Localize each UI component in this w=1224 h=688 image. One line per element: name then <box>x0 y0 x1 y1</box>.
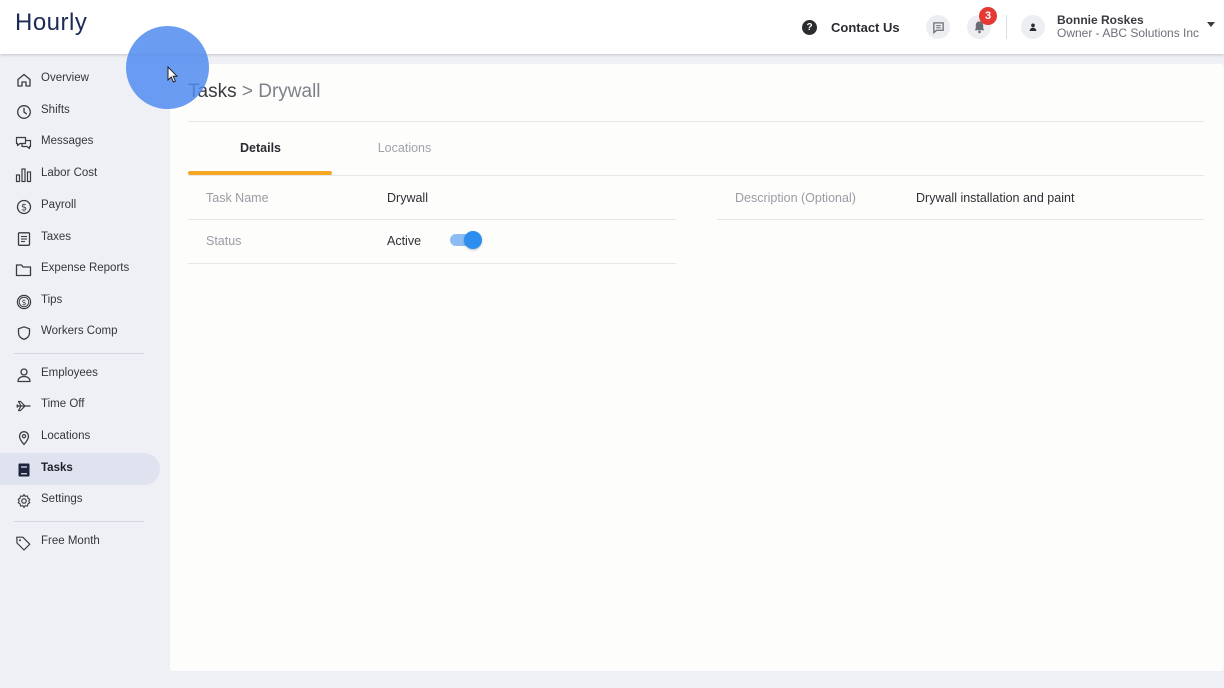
airplane-icon <box>15 397 32 414</box>
status-label: Status <box>206 234 242 248</box>
folder-icon <box>15 261 32 278</box>
sidebar-item-messages[interactable]: Messages <box>0 126 160 158</box>
chat-icon <box>932 21 944 34</box>
breadcrumb-current: Drywall <box>258 81 321 102</box>
sidebar-item-payroll[interactable]: $ Payroll <box>0 190 160 222</box>
sidebar-item-tips[interactable]: $ Tips <box>0 285 160 317</box>
chat-bubbles-icon <box>15 134 32 151</box>
sidebar-item-time-off[interactable]: Time Off <box>0 389 160 421</box>
sidebar-item-label: Tasks <box>41 462 73 474</box>
home-icon <box>15 71 32 88</box>
sidebar-item-label: Expense Reports <box>41 262 130 274</box>
tab-label: Details <box>240 141 281 155</box>
bar-chart-icon <box>15 166 32 183</box>
svg-text:$: $ <box>21 298 26 307</box>
status-toggle[interactable] <box>450 231 482 249</box>
dollar-coin-icon: $ <box>15 293 32 310</box>
description-value: Drywall installation and paint <box>916 191 1075 205</box>
shield-icon <box>15 324 32 341</box>
sidebar-item-label: Overview <box>41 72 89 84</box>
sidebar-item-free-month[interactable]: Free Month <box>0 526 160 558</box>
mouse-cursor-icon <box>167 66 179 83</box>
tab-locations[interactable]: Locations <box>332 135 477 175</box>
svg-text:$: $ <box>20 202 26 213</box>
sidebar-divider <box>14 521 144 522</box>
sidebar-item-expense-reports[interactable]: Expense Reports <box>0 253 160 285</box>
sidebar-item-settings[interactable]: Settings <box>0 484 160 516</box>
sidebar-item-label: Tips <box>41 294 63 306</box>
tabs-divider <box>188 175 1204 176</box>
sidebar: Overview Shifts Messages Labor Cost $ Pa… <box>0 54 170 688</box>
sidebar-item-workers-comp[interactable]: Workers Comp <box>0 316 160 348</box>
sidebar-divider <box>14 353 144 354</box>
contact-us-button[interactable]: ? Contact Us <box>802 17 900 37</box>
breadcrumb: Tasks > Drywall <box>188 81 321 103</box>
notification-count-badge: 3 <box>979 7 997 25</box>
breadcrumb-separator: > <box>241 81 253 102</box>
row-divider <box>717 219 1204 220</box>
sidebar-item-employees[interactable]: Employees <box>0 358 160 390</box>
sidebar-item-label: Settings <box>41 493 83 505</box>
contact-us-label: Contact Us <box>831 19 900 35</box>
sidebar-item-label: Free Month <box>41 535 100 547</box>
sidebar-item-shifts[interactable]: Shifts <box>0 95 160 127</box>
avatar[interactable] <box>1021 15 1045 39</box>
task-name-value: Drywall <box>387 191 428 205</box>
user-name[interactable]: Bonnie Roskes <box>1057 13 1144 27</box>
sidebar-item-tasks[interactable]: Tasks <box>0 453 160 485</box>
row-divider <box>188 219 676 220</box>
tab-details[interactable]: Details <box>188 135 333 175</box>
clock-icon <box>15 103 32 120</box>
toggle-knob <box>464 231 482 249</box>
person-icon <box>15 366 32 383</box>
sidebar-item-taxes[interactable]: Taxes <box>0 222 160 254</box>
sidebar-item-label: Workers Comp <box>41 325 118 337</box>
tag-icon <box>15 534 32 551</box>
tab-label: Locations <box>377 141 432 155</box>
sidebar-item-label: Labor Cost <box>41 167 98 179</box>
gear-icon <box>15 492 32 509</box>
messages-button[interactable] <box>926 15 950 39</box>
sidebar-item-locations[interactable]: Locations <box>0 421 160 453</box>
main-panel: Tasks > Drywall Details Locations Task N… <box>170 64 1224 671</box>
sidebar-item-label: Shifts <box>41 104 70 116</box>
sidebar-item-label: Employees <box>41 367 98 379</box>
sidebar-item-labor-cost[interactable]: Labor Cost <box>0 158 160 190</box>
dollar-circle-icon: $ <box>15 198 32 215</box>
person-icon <box>1029 23 1037 31</box>
sidebar-item-label: Time Off <box>41 398 85 410</box>
user-role: Owner - ABC Solutions Inc <box>1057 26 1200 40</box>
row-divider <box>188 263 676 264</box>
app-logo[interactable]: Hourly <box>15 9 87 37</box>
sidebar-item-label: Taxes <box>41 231 72 243</box>
task-name-label: Task Name <box>206 191 269 205</box>
description-label: Description (Optional) <box>735 191 856 205</box>
header-divider <box>1006 15 1007 39</box>
help-circle-icon: ? <box>802 19 817 35</box>
sidebar-item-label: Locations <box>41 430 91 442</box>
status-value: Active <box>387 234 422 248</box>
chevron-down-icon[interactable] <box>1207 22 1215 27</box>
sidebar-item-label: Messages <box>41 135 94 147</box>
book-icon <box>15 461 32 478</box>
document-icon <box>15 230 32 247</box>
title-divider <box>188 121 1204 122</box>
sidebar-item-label: Payroll <box>41 199 77 211</box>
map-pin-icon <box>15 429 32 446</box>
